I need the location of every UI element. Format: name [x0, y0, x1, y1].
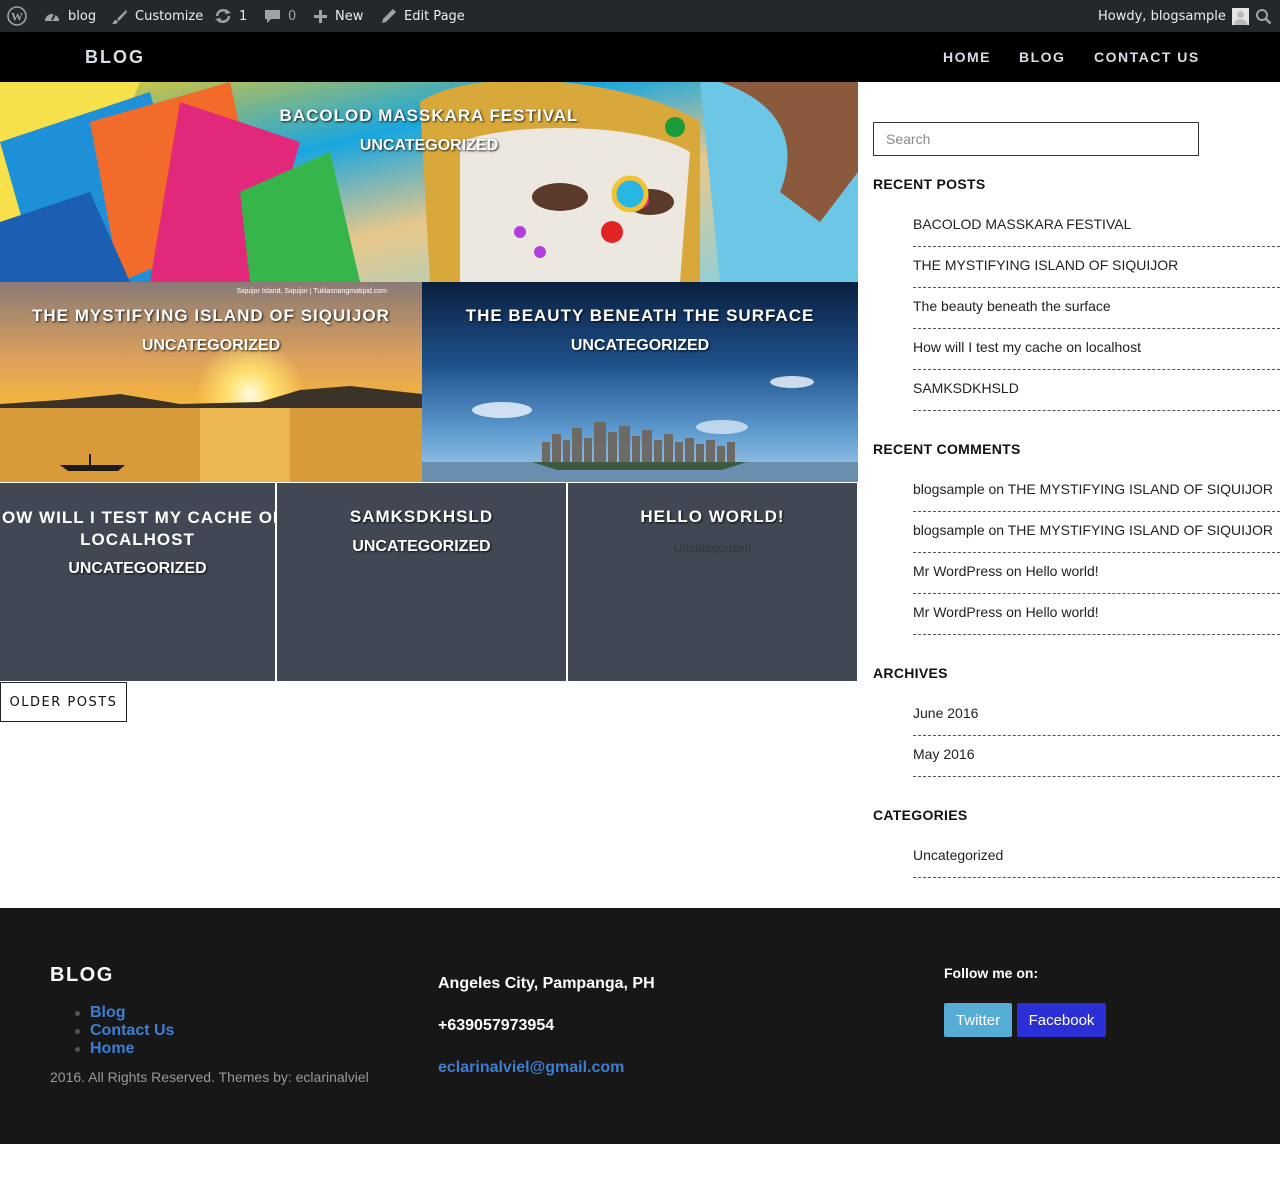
twitter-button[interactable]: Twitter [944, 1003, 1012, 1037]
comment-on-word: on [1006, 563, 1022, 579]
footer-address: Angeles City, Pampanga, PH [438, 975, 655, 992]
recent-comments-title: RECENT COMMENTS [873, 441, 1021, 457]
admin-site-link[interactable]: blog [43, 0, 96, 32]
post-tile-masskara[interactable]: BACOLOD MASSKARA FESTIVAL UNCATEGORIZED [0, 82, 858, 282]
comment-post-link[interactable]: THE MYSTIFYING ISLAND OF SIQUIJOR [1008, 522, 1273, 538]
follow-label: Follow me on: [944, 965, 1039, 981]
avatar [1231, 7, 1249, 25]
nav-contact-us[interactable]: CONTACT US [1094, 49, 1200, 65]
site-title[interactable]: BLOG [85, 47, 145, 68]
admin-customize-label: Customize [135, 8, 204, 24]
archives-title: ARCHIVES [873, 665, 948, 681]
admin-site-label: blog [68, 8, 97, 24]
recent-post-link[interactable]: BACOLOD MASSKARA FESTIVAL [913, 206, 1280, 247]
brush-icon [111, 8, 128, 25]
post-category[interactable]: UNCATEGORIZED [277, 538, 566, 556]
comment-icon [264, 8, 281, 24]
admin-bar: W blog Customize 1 0 New Edit Page Howdy… [0, 0, 1280, 32]
post-title[interactable]: HOW WILL I TEST MY CACHE ON LOCALHOST [0, 507, 275, 551]
post-tile-hello-world[interactable]: HELLO WORLD! Uncategorized [568, 483, 857, 681]
search-icon[interactable] [1255, 0, 1272, 32]
older-posts-button[interactable]: OLDER POSTS [0, 682, 127, 722]
post-category[interactable]: UNCATEGORIZED [0, 137, 858, 155]
image-watermark: Siquijor Island, Siquijor | Tuklasnangma… [236, 288, 387, 295]
comment-author: Mr WordPress [913, 604, 1003, 620]
wordpress-logo-icon[interactable]: W [7, 0, 27, 32]
updates-icon [214, 8, 232, 24]
admin-edit-page-label: Edit Page [404, 8, 465, 24]
admin-comments-link[interactable]: 0 [264, 0, 296, 32]
post-title[interactable]: THE MYSTIFYING ISLAND OF SIQUIJOR [0, 306, 422, 326]
admin-new-link[interactable]: New [313, 0, 363, 32]
post-category[interactable]: UNCATEGORIZED [0, 560, 275, 578]
post-tile-beauty[interactable]: THE BEAUTY BENEATH THE SURFACE UNCATEGOR… [422, 282, 858, 482]
post-tile-siquijor[interactable]: Siquijor Island, Siquijor | Tuklasnangma… [0, 282, 422, 482]
archive-link[interactable]: May 2016 [913, 736, 1280, 777]
post-title[interactable]: BACOLOD MASSKARA FESTIVAL [0, 106, 858, 126]
categories-title: CATEGORIES [873, 807, 968, 823]
footer-link-contact-us[interactable]: Contact Us [74, 1022, 174, 1040]
pencil-icon [381, 8, 397, 24]
search-input[interactable] [873, 122, 1199, 156]
footer-email[interactable]: eclarinalviel@gmail.com [438, 1059, 624, 1077]
footer-phone: +639057973954 [438, 1017, 555, 1034]
archive-link[interactable]: June 2016 [913, 695, 1280, 736]
footer-title: BLOG [50, 964, 114, 986]
recent-post-link[interactable]: SAMKSDKHSLD [913, 370, 1280, 411]
admin-updates-count: 1 [239, 8, 248, 24]
comment-author: Mr WordPress [913, 563, 1003, 579]
comment-on-word: on [988, 481, 1005, 497]
site-footer: BLOG Blog Contact Us Home 2016. All Righ… [0, 908, 1280, 1144]
post-category[interactable]: UNCATEGORIZED [422, 337, 858, 355]
footer-link-home[interactable]: Home [74, 1040, 174, 1058]
recent-comment-item: blogsample on THE MYSTIFYING ISLAND OF S… [913, 512, 1280, 553]
comment-post-link[interactable]: Hello world! [1026, 563, 1099, 579]
post-category[interactable]: UNCATEGORIZED [0, 337, 422, 355]
post-tile-cache[interactable]: HOW WILL I TEST MY CACHE ON LOCALHOST UN… [0, 483, 275, 681]
nav-home[interactable]: HOME [943, 49, 991, 65]
footer-link-blog[interactable]: Blog [74, 1004, 174, 1022]
site-header: BLOG HOME BLOG CONTACT US [0, 32, 1280, 82]
post-title[interactable]: SAMKSDKHSLD [277, 507, 566, 527]
comment-author: blogsample [913, 522, 985, 538]
post-title[interactable]: THE BEAUTY BENEATH THE SURFACE [422, 306, 858, 326]
facebook-button[interactable]: Facebook [1017, 1003, 1106, 1037]
admin-howdy-label: Howdy, blogsample [1098, 8, 1226, 24]
comment-author: blogsample [913, 481, 985, 497]
admin-new-label: New [335, 8, 364, 24]
recent-post-link[interactable]: How will I test my cache on localhost [913, 329, 1280, 370]
category-link[interactable]: Uncategorized [913, 837, 1280, 878]
post-title[interactable]: HELLO WORLD! [568, 507, 857, 527]
admin-edit-page-link[interactable]: Edit Page [381, 0, 465, 32]
footer-copyright: 2016. All Rights Reserved. Themes by: ec… [50, 1069, 369, 1085]
recent-post-link[interactable]: THE MYSTIFYING ISLAND OF SIQUIJOR [913, 247, 1280, 288]
comment-on-word: on [988, 522, 1005, 538]
dashboard-icon [43, 8, 61, 24]
admin-comments-count: 0 [288, 8, 297, 24]
admin-account-link[interactable]: Howdy, blogsample [1098, 0, 1249, 32]
recent-comment-item: Mr WordPress on Hello world! [913, 553, 1280, 594]
post-category[interactable]: Uncategorized [568, 541, 857, 555]
recent-comment-item: Mr WordPress on Hello world! [913, 594, 1280, 635]
post-tile-samksdkhsld[interactable]: SAMKSDKHSLD UNCATEGORIZED [277, 483, 566, 681]
recent-post-link[interactable]: The beauty beneath the surface [913, 288, 1280, 329]
svg-text:W: W [11, 10, 23, 24]
admin-customize-link[interactable]: Customize [111, 0, 203, 32]
recent-comment-item: blogsample on THE MYSTIFYING ISLAND OF S… [913, 471, 1280, 512]
comment-post-link[interactable]: THE MYSTIFYING ISLAND OF SIQUIJOR [1008, 481, 1273, 497]
comment-post-link[interactable]: Hello world! [1026, 604, 1099, 620]
nav-blog[interactable]: BLOG [1019, 49, 1065, 65]
plus-icon [313, 9, 328, 24]
recent-posts-title: RECENT POSTS [873, 176, 986, 192]
footer-links: Blog Contact Us Home [74, 1004, 174, 1058]
comment-on-word: on [1006, 604, 1022, 620]
admin-updates-link[interactable]: 1 [214, 0, 247, 32]
